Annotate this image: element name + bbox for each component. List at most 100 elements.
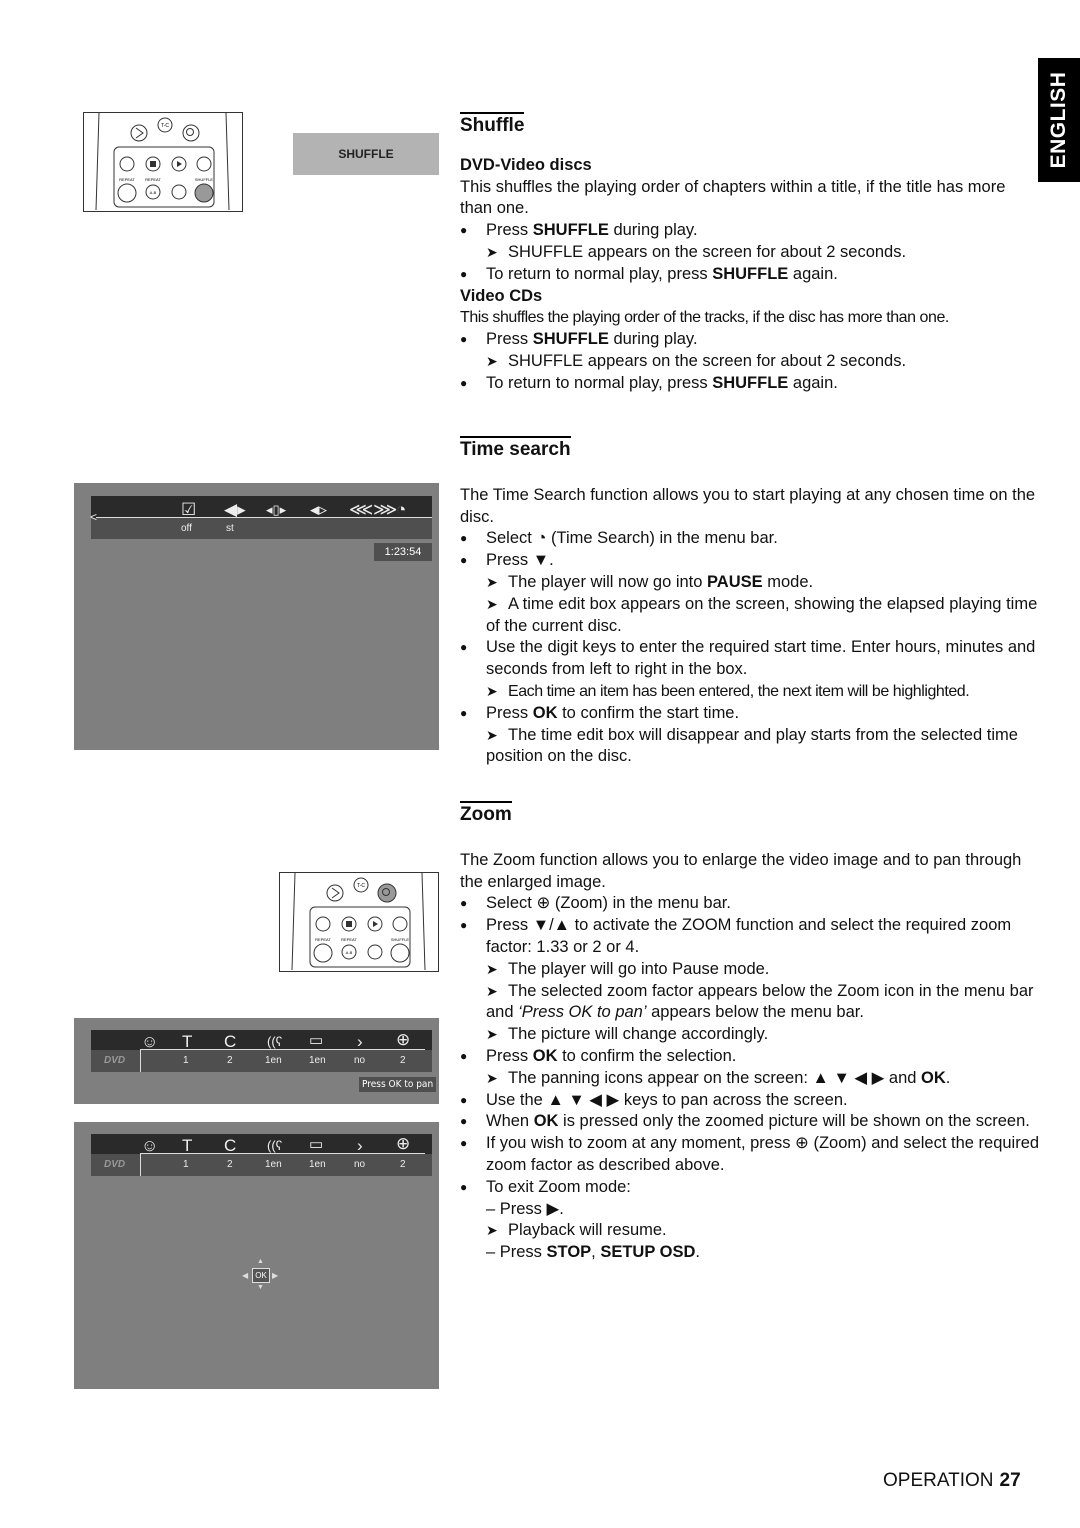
angle-icon: ›: [357, 1032, 363, 1051]
user-icon: ☺: [141, 1032, 159, 1051]
value-off: off: [181, 523, 192, 534]
time-search-icon: ◔: [536, 529, 547, 548]
title-value: 1: [183, 1055, 189, 1066]
menu-bar-values: [91, 1050, 432, 1072]
arrow-icon: ➤: [486, 982, 498, 999]
shuffle-label: SHUFFLE: [391, 937, 410, 942]
audio-language-icon: ((ʕ: [267, 1138, 283, 1153]
result-item: ➤ Each time an item has been entered, the…: [460, 681, 1040, 703]
time-value: 1:23:54: [384, 546, 422, 558]
zoom-button-highlight: [377, 883, 397, 903]
pan-left-icon[interactable]: ◀: [242, 1271, 248, 1280]
pan-controls[interactable]: ▲ ◀ OK ▶ ▼: [242, 1258, 282, 1294]
repeat-label: REPEAT: [119, 177, 135, 182]
dvd-logo: DVD: [104, 1055, 126, 1066]
dvd-logo: DVD: [104, 1159, 126, 1170]
menu-divider-vertical: [140, 1153, 141, 1176]
audio-value: 1en: [265, 1055, 282, 1066]
list-item: Use the ▲ ▼ ◀ ▶ keys to pan across the s…: [460, 1090, 1040, 1112]
shuffle-button-highlight: [194, 183, 214, 203]
chapter-icon: C: [224, 1032, 237, 1051]
press-ok-to-pan-label: Press OK to pan: [359, 1077, 437, 1092]
frame-icon: ◂▯▸: [266, 502, 287, 517]
list-item: Press OK to confirm the selection.: [460, 1046, 1040, 1068]
arrow-icon: ➤: [486, 243, 498, 260]
menu-bar-values: [91, 518, 432, 539]
list-item: If you wish to zoom at any moment, press…: [460, 1133, 1040, 1177]
zoom-factor-value[interactable]: 2: [400, 1055, 406, 1066]
zoom-icon: ⊕: [396, 1134, 411, 1153]
sub-step: – Press STOP, SETUP OSD.: [486, 1243, 700, 1262]
audio-icon: ◀▸: [224, 500, 246, 519]
time-edit-box[interactable]: 1:23:54: [374, 543, 432, 561]
shuffle-label: SHUFFLE: [195, 177, 214, 182]
shuffle-section: Shuffle DVD-Video discs This shuffles th…: [460, 112, 1040, 395]
angle-icon: ◂▹: [310, 500, 328, 519]
result-item: ➤ The panning icons appear on the screen:…: [460, 1068, 1040, 1090]
list-item: Select ◔ (Time Search) in the menu bar.: [460, 528, 1040, 550]
section-title-shuffle: Shuffle: [460, 112, 525, 137]
shuffle-arrows-icon: ⋘⋙: [349, 500, 398, 519]
zoom-section: Zoom The Zoom function allows you to enl…: [460, 801, 1040, 1264]
list-item: Press ▼/▲ to activate the ZOOM function …: [460, 915, 1040, 959]
subheading-dvd-video: DVD-Video discs: [460, 155, 592, 174]
ok-button[interactable]: OK: [252, 1268, 270, 1283]
list-item: To exit Zoom mode:: [460, 1177, 1040, 1199]
zoom-factor-value[interactable]: 2: [400, 1159, 406, 1170]
list-item: Press SHUFFLE during play.: [460, 329, 1040, 351]
chapter-icon: C: [224, 1136, 237, 1155]
ab-label: A-B: [150, 190, 157, 195]
time-search-screen: < ☑ ◀▸ ◂▯▸ ◂▹ ⋘⋙ ◔ off st 1:23:54: [74, 483, 439, 750]
arrow-icon: ➤: [486, 352, 498, 369]
audio-language-icon: ((ʕ: [267, 1034, 283, 1049]
time-search-intro: The Time Search function allows you to s…: [460, 485, 1036, 526]
angle-value: no: [354, 1055, 366, 1066]
ab-label: A-B: [346, 950, 353, 955]
subtitle-value: 1en: [309, 1159, 326, 1170]
result-item: ➤ A time edit box appears on the screen, …: [486, 594, 1038, 635]
list-item: To return to normal play, press SHUFFLE …: [460, 264, 1040, 286]
language-label: ENGLISH: [1047, 71, 1070, 169]
result-item: ➤ The player will go into Pause mode.: [460, 959, 1040, 981]
arrow-icon: ➤: [486, 1069, 498, 1086]
arrow-icon: ➤: [486, 960, 498, 977]
sub-step: – Press ▶.: [486, 1199, 564, 1218]
title-icon: T: [182, 1136, 193, 1155]
osd-shuffle-indicator: SHUFFLE: [293, 133, 439, 175]
angle-icon: ›: [357, 1136, 363, 1155]
left-arrow-icon: <: [90, 510, 98, 524]
zoom-screen-pan-prompt: DVD ☺ T C ((ʕ ▭ › ⊕ 1 2 1en 1en no 2 Pre…: [74, 1018, 439, 1104]
arrow-icon: ➤: [486, 573, 498, 590]
subtitle-icon: ▭: [309, 1032, 324, 1049]
chapter-value: 2: [227, 1055, 233, 1066]
chapter-value: 2: [227, 1159, 233, 1170]
angle-value: no: [354, 1159, 366, 1170]
result-item: ➤ SHUFFLE appears on the screen for about…: [460, 242, 1040, 264]
repeat-ab-label: REPEAT: [341, 937, 357, 942]
time-search-icon: ◔: [396, 500, 407, 519]
time-search-section: Time search The Time Search function all…: [460, 436, 1040, 768]
pan-right-icon[interactable]: ▶: [272, 1271, 278, 1280]
footer-section: OPERATION: [883, 1470, 994, 1491]
zoom-screen-panning: DVD ☺ T C ((ʕ ▭ › ⊕ 1 2 1en 1en no 2 ▲ ◀…: [74, 1122, 439, 1389]
list-item: Press ▼.: [460, 550, 1040, 572]
arrow-icon: ➤: [486, 682, 498, 699]
list-item: Press SHUFFLE during play.: [460, 220, 1040, 242]
language-tab: ENGLISH: [1038, 58, 1080, 182]
pan-up-icon[interactable]: ▲: [257, 1258, 264, 1265]
list-item: Select ⊕ (Zoom) in the menu bar.: [460, 893, 1040, 915]
subtitle-icon: ▭: [309, 1136, 324, 1153]
section-title-time-search: Time search: [460, 436, 571, 461]
list-item: When OK is pressed only the zoomed pictu…: [460, 1111, 1040, 1133]
arrow-icon: ➤: [486, 1026, 498, 1043]
repeat-ab-label: REPEAT: [145, 177, 161, 182]
result-item: ➤ The picture will change accordingly.: [460, 1024, 1040, 1046]
user-icon: ☺: [141, 1136, 159, 1155]
check-icon: ☑: [181, 500, 197, 519]
audio-value: 1en: [265, 1159, 282, 1170]
zoom-icon: ⊕: [795, 1134, 809, 1153]
tc-label: T-C: [161, 123, 169, 129]
pan-down-icon[interactable]: ▼: [257, 1284, 264, 1291]
zoom-icon: ⊕: [396, 1030, 411, 1049]
page-footer: OPERATION 27: [883, 1470, 1021, 1492]
